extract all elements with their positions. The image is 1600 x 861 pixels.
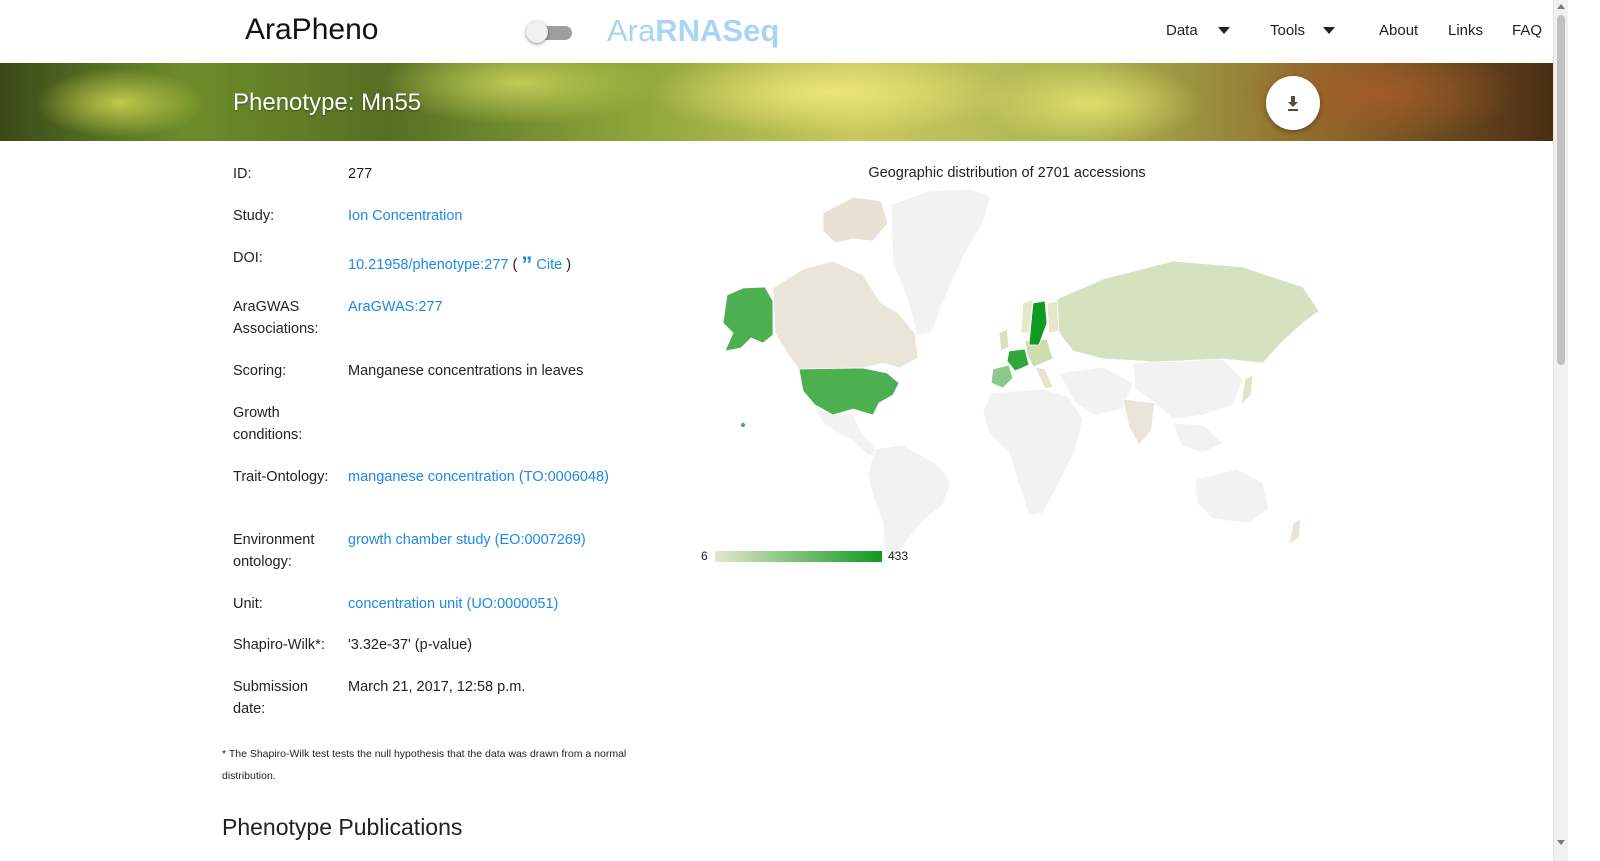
country-canada-islands — [822, 196, 889, 244]
country-se-asia — [1172, 422, 1224, 454]
legend-gradient-bar — [715, 551, 882, 562]
detail-label: Growth conditions: — [233, 405, 303, 443]
detail-value: Manganese concentrations in leaves — [348, 363, 584, 379]
country-mexico — [814, 406, 879, 458]
country-usa — [798, 367, 900, 416]
country-spain — [990, 364, 1014, 389]
detail-label: Trait-Ontology: — [233, 469, 329, 485]
detail-value: 277 — [348, 166, 373, 182]
nav-data-menu[interactable]: Data — [1166, 22, 1230, 39]
publications-heading: Phenotype Publications — [222, 814, 463, 840]
top-navbar: AraPheno AraRNASeq Data Tools About Link… — [0, 0, 1586, 63]
cite-label: Cite — [536, 257, 563, 273]
nav-tools-label: Tools — [1270, 22, 1306, 39]
detail-label: Submission date: — [233, 679, 308, 717]
nav-tools-menu[interactable]: Tools — [1270, 22, 1336, 39]
shapiro-footnote: * The Shapiro-Wilk test tests the null h… — [222, 748, 627, 782]
download-icon — [1288, 96, 1298, 111]
country-alaska — [722, 286, 774, 352]
unit-ontology-link[interactable]: concentration unit (UO:0000051) — [348, 596, 558, 612]
country-italy — [1034, 366, 1054, 390]
aragwas-link[interactable]: AraGWAS:277 — [348, 299, 443, 315]
cite-link[interactable]: ” Cite — [521, 254, 563, 276]
ararnaseq-logo[interactable]: AraRNASeq — [607, 13, 779, 49]
caret-down-icon — [1323, 27, 1336, 34]
page-right-margin — [1568, 0, 1600, 861]
quote-icon: ” — [521, 252, 533, 277]
doi-close-paren: ) — [566, 257, 572, 273]
caret-down-icon — [1217, 27, 1230, 34]
nav-data-label: Data — [1166, 22, 1198, 39]
study-link[interactable]: Ion Concentration — [348, 208, 462, 224]
geographic-distribution-map[interactable] — [703, 183, 1323, 575]
country-australia — [1194, 468, 1270, 524]
country-hawaii — [740, 422, 746, 428]
country-greenland — [890, 188, 992, 336]
map-legend: 6 433 — [701, 549, 931, 565]
detail-label: Shapiro-Wilk*: — [233, 637, 325, 653]
detail-value: '3.32e-37' (p-value) — [348, 637, 473, 653]
country-africa — [982, 388, 1084, 516]
doi-link[interactable]: 10.21958/phenotype:277 — [348, 257, 508, 273]
nav-links-link[interactable]: Links — [1448, 22, 1483, 39]
country-russia — [1056, 260, 1320, 368]
detail-label: Study: — [233, 208, 275, 224]
site-toggle-switch[interactable] — [526, 21, 572, 43]
detail-label: Scoring: — [233, 363, 287, 379]
doi-open-paren: ( — [512, 257, 518, 273]
environment-ontology-link[interactable]: growth chamber study (EO:0007269) — [348, 532, 586, 548]
country-new-zealand — [1288, 518, 1302, 546]
detail-label: ID: — [233, 166, 252, 182]
detail-label: DOI: — [233, 250, 263, 266]
phenotype-banner: Phenotype: Mn55 — [0, 63, 1553, 141]
legend-min-value: 6 — [701, 549, 708, 563]
detail-label: Unit: — [233, 596, 263, 612]
map-title: Geographic distribution of 2701 accessio… — [868, 165, 1146, 181]
country-uk — [998, 328, 1010, 352]
scroll-up-arrow-icon[interactable] — [1557, 4, 1565, 9]
country-canada — [772, 260, 919, 370]
nav-faq-link[interactable]: FAQ — [1512, 22, 1542, 39]
scrollbar-thumb[interactable] — [1557, 15, 1565, 365]
scroll-down-arrow-icon[interactable] — [1557, 840, 1565, 845]
page-title: Phenotype: Mn55 — [233, 89, 422, 116]
nav-about-link[interactable]: About — [1379, 22, 1418, 39]
detail-label: AraGWAS Associations: — [233, 299, 319, 337]
download-button[interactable] — [1266, 76, 1320, 130]
detail-label: Environment ontology: — [233, 532, 315, 570]
ararnaseq-logo-bold: RNASeq — [655, 13, 780, 48]
trait-ontology-link[interactable]: manganese concentration (TO:0006048) — [348, 469, 609, 485]
brand-logo[interactable]: AraPheno — [245, 13, 378, 47]
legend-max-value: 433 — [888, 549, 909, 563]
country-france — [1006, 348, 1030, 372]
country-south-america — [867, 444, 952, 562]
country-india — [1122, 398, 1156, 446]
detail-value: March 21, 2017, 12:58 p.m. — [348, 679, 526, 695]
page-scrollbar[interactable] — [1553, 0, 1568, 861]
toggle-knob — [526, 21, 548, 43]
ararnaseq-logo-light: Ara — [607, 13, 656, 48]
